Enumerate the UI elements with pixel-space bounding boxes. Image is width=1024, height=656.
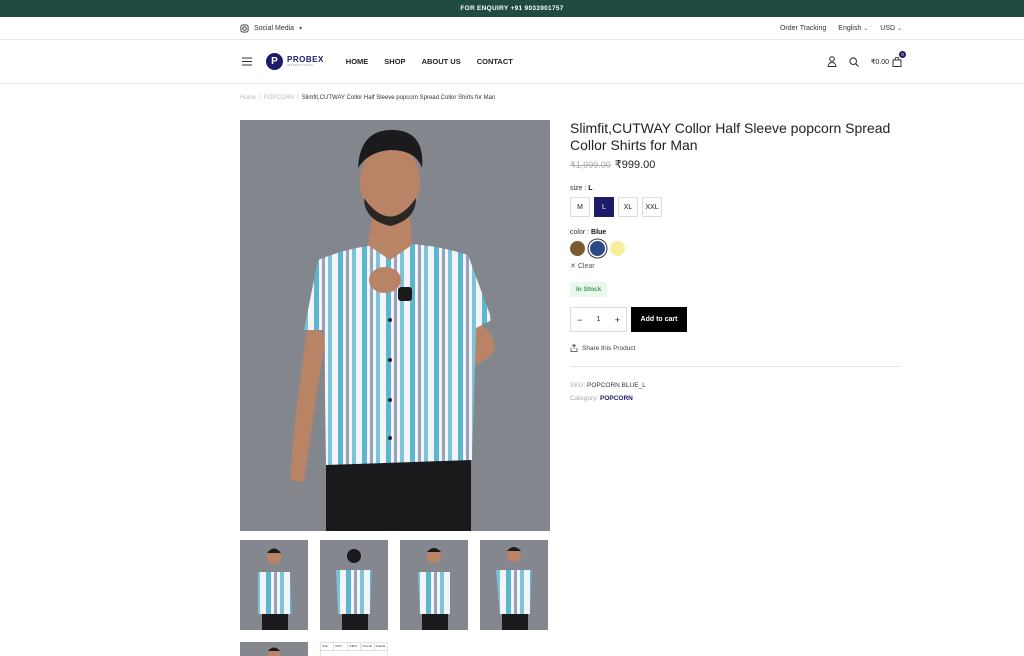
clear-label: Clear [577, 263, 595, 270]
chevron-down-icon: ⌄ [896, 25, 902, 32]
instagram-icon [240, 23, 249, 33]
color-swatch-blue[interactable] [590, 241, 605, 256]
size-chart-header: CHEST [348, 643, 362, 650]
caret-down-icon: ▾ [299, 25, 303, 32]
nav-about-us[interactable]: ABOUT US [422, 57, 461, 66]
breadcrumb-separator: / [297, 95, 299, 101]
currency-label: USD [880, 24, 896, 32]
size-label-text: size : [570, 185, 587, 192]
divider [570, 366, 900, 367]
search-icon[interactable] [849, 56, 859, 67]
product-meta: SKU: POPCORN BLUE_L Category: POPCORN [570, 379, 902, 405]
logo-name: PROBEX [287, 54, 324, 64]
size-label: size : L [570, 185, 902, 192]
model-in-striped-shirt-image [290, 129, 495, 531]
color-label-text: color : [570, 229, 590, 236]
shirt-thumbnail-image [418, 548, 450, 630]
original-price: ₹1,999.00 [570, 160, 611, 170]
cart-button[interactable]: ₹0.00 0 [870, 50, 906, 67]
color-label: color : Blue [570, 229, 902, 236]
color-swatch-yellow[interactable] [610, 241, 625, 256]
shirt-thumbnail-image [496, 547, 532, 630]
purchase-controls: − 1 + Add to cart [570, 307, 902, 332]
logo-mark: P [266, 53, 283, 70]
decrease-quantity-button[interactable]: − [577, 315, 582, 325]
size-option-xxl[interactable]: XXL [642, 197, 662, 217]
size-option-l[interactable]: L [594, 197, 614, 217]
shirt-thumbnail-image [258, 548, 292, 630]
product-title: Slimfit,CUTWAY Collor Half Sleeve popcor… [570, 120, 891, 153]
nav-contact[interactable]: CONTACT [477, 57, 513, 66]
language-label: English [838, 24, 862, 32]
color-selected-value: Blue [591, 229, 607, 236]
close-icon: ✕ [570, 263, 576, 270]
thumbnail-side[interactable] [480, 540, 548, 630]
thumbnail-closeup[interactable] [240, 642, 308, 656]
thumbnail-pose[interactable] [400, 540, 468, 630]
breadcrumb-category[interactable]: POPCORN [264, 95, 294, 101]
quantity-value[interactable]: 1 [597, 316, 601, 323]
size-option-m[interactable]: M [570, 197, 590, 217]
nav-shop[interactable]: SHOP [384, 57, 405, 66]
breadcrumb-separator: / [259, 95, 261, 101]
nav-home[interactable]: HOME [346, 57, 369, 66]
logo-tagline: INTERNATIONAL [287, 63, 315, 67]
thumbnail-back[interactable] [320, 540, 388, 630]
currency-selector[interactable]: USD ⌄ [880, 25, 902, 32]
color-swatch-brown[interactable] [570, 241, 585, 256]
share-icon [570, 344, 578, 352]
size-chart-header: BODY [334, 643, 348, 650]
main-nav: HOME SHOP ABOUT US CONTACT [346, 57, 513, 66]
breadcrumb-current: Slimfit,CUTWAY Collor Half Sleeve popcor… [301, 95, 496, 101]
user-account-icon[interactable] [827, 56, 837, 67]
announcement-text: FOR ENQUIRY +91 9033901757 [460, 5, 564, 12]
main-product-image[interactable] [240, 120, 550, 531]
top-bar: Social Media ▾ Order Tracking English ⌄ … [0, 17, 1024, 40]
category-label: Category: [570, 395, 599, 402]
hamburger-menu-icon[interactable] [242, 57, 252, 66]
breadcrumb: Home / POPCORN / Slimfit,CUTWAY Collor H… [240, 95, 495, 101]
size-option-xl[interactable]: XL [618, 197, 638, 217]
language-selector[interactable]: English ⌄ [838, 25, 868, 32]
category-link[interactable]: POPCORN [600, 395, 633, 402]
category-row: Category: POPCORN [570, 392, 902, 405]
size-chart-header: COLLAR [361, 643, 375, 650]
stock-status-badge: In Stock [570, 282, 608, 297]
sku-row: SKU: POPCORN BLUE_L [570, 379, 902, 392]
sale-price: ₹999.00 [614, 159, 656, 171]
size-selected-value: L [588, 185, 593, 192]
thumbnail-size-chart[interactable]: SIZE BODY CHEST COLLAR SLEEVE [320, 642, 388, 656]
social-media-label: Social Media [254, 24, 295, 32]
shirt-thumbnail-image [268, 647, 280, 656]
color-options [570, 241, 902, 256]
sku-value: POPCORN BLUE_L [586, 382, 646, 389]
quantity-stepper: − 1 + [570, 307, 627, 332]
share-product-button[interactable]: Share this Product [570, 344, 902, 352]
thumbnail-front[interactable] [240, 540, 308, 630]
size-chart-header: SIZE [321, 643, 335, 650]
announcement-bar: FOR ENQUIRY +91 9033901757 [0, 0, 1024, 17]
thumbnail-gallery: SIZE BODY CHEST COLLAR SLEEVE [240, 540, 552, 656]
social-media-dropdown[interactable]: Social Media ▾ [240, 23, 303, 33]
site-logo[interactable]: P PROBEX INTERNATIONAL [266, 53, 324, 70]
shirt-thumbnail-image [336, 549, 372, 630]
shopping-bag-icon [892, 56, 902, 67]
add-to-cart-button[interactable]: Add to cart [631, 307, 687, 332]
share-label: Share this Product [582, 344, 636, 352]
sku-label: SKU: [570, 382, 586, 389]
cart-count-badge: 0 [899, 50, 906, 58]
chevron-down-icon: ⌄ [863, 25, 869, 32]
main-header: P PROBEX INTERNATIONAL HOME SHOP ABOUT U… [0, 40, 1024, 84]
product-price: ₹1,999.00 ₹999.00 [570, 158, 902, 171]
size-options: M L XL XXL [570, 197, 902, 217]
clear-selection-button[interactable]: ✕ Clear [570, 262, 902, 270]
increase-quantity-button[interactable]: + [615, 315, 620, 325]
product-info: Slimfit,CUTWAY Collor Half Sleeve popcor… [570, 120, 902, 405]
cart-total: ₹0.00 [870, 58, 889, 66]
order-tracking-link[interactable]: Order Tracking [780, 25, 826, 32]
size-chart-header: SLEEVE [375, 645, 386, 648]
breadcrumb-home[interactable]: Home [240, 95, 256, 101]
